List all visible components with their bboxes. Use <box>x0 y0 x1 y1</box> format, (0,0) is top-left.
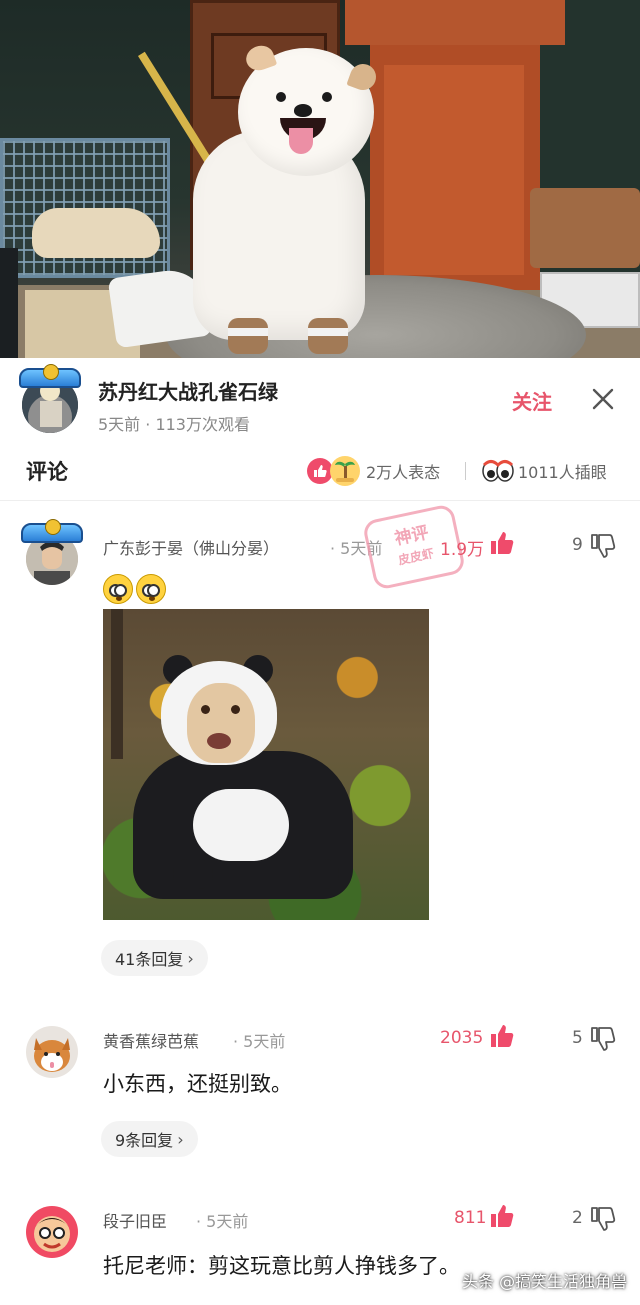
comment-author[interactable]: 黄香蕉绿芭蕉 <box>103 1028 199 1052</box>
comment-avatar[interactable] <box>26 1026 78 1078</box>
thumb-up-icon[interactable] <box>489 1023 515 1049</box>
comment-like-count: 811 <box>454 1208 487 1228</box>
video-edge <box>0 248 18 358</box>
dog-eye-left <box>276 92 286 102</box>
comment-dislike-count: 9 <box>572 535 583 555</box>
author-name[interactable]: 苏丹红大战孔雀石绿 <box>98 376 278 405</box>
video-puppy <box>32 208 160 258</box>
reaction-divider <box>465 462 466 480</box>
photo-dog-eye-left <box>201 705 210 714</box>
thumb-down-icon[interactable] <box>590 1026 616 1052</box>
video-pillar-top <box>345 0 565 45</box>
photo-tree-trunk <box>111 609 123 759</box>
thumb-up-icon[interactable] <box>489 530 515 556</box>
close-icon[interactable] <box>590 386 616 412</box>
dizzy-face-emoji-icon <box>103 574 133 604</box>
photo-paw-right <box>299 859 339 889</box>
photo-paw-left <box>173 859 213 889</box>
dog-tongue <box>289 128 313 154</box>
comment-time: · 5天前 <box>233 1032 286 1051</box>
photo-dog-eye-right <box>231 705 240 714</box>
comment-image[interactable] <box>103 609 429 920</box>
comment-like-count: 2035 <box>440 1028 484 1048</box>
video-chair <box>530 188 640 268</box>
thumb-down-icon[interactable] <box>590 533 616 559</box>
palm-reaction-icon[interactable] <box>330 456 360 486</box>
author-badge-icon <box>19 364 81 388</box>
photo-dog-nose <box>207 733 231 749</box>
comment-author[interactable]: 段子旧臣 <box>103 1208 167 1232</box>
view-replies-button[interactable]: 41条回复 › <box>101 940 208 976</box>
eyes-count[interactable]: 1011人插眼 <box>518 459 607 483</box>
thumb-down-icon[interactable] <box>590 1206 616 1232</box>
replies-label: 41条回复 <box>115 950 184 969</box>
comment-avatar[interactable] <box>26 1206 78 1258</box>
view-replies-button[interactable]: 9条回复 › <box>101 1121 198 1157</box>
follow-button[interactable]: 关注 <box>512 386 552 415</box>
comment-time: · 5天前 <box>196 1212 249 1231</box>
dizzy-face-emoji-icon <box>136 574 166 604</box>
video-player[interactable] <box>0 0 640 358</box>
commenter-badge-icon <box>21 519 83 543</box>
comment-author[interactable]: 广东彭于晏（佛山分晏） <box>103 535 279 559</box>
photo-panda-belly <box>193 789 289 861</box>
dog-paw-left <box>228 318 268 354</box>
comments-title: 评论 <box>26 460 68 484</box>
dog-nose <box>294 104 312 117</box>
comment-dislike-count: 2 <box>572 1208 583 1228</box>
dog-paw-right <box>308 318 348 354</box>
photo-dog-face <box>187 683 255 763</box>
chevron-right-icon: › <box>177 1129 184 1149</box>
author-meta: 5天前 · 113万次观看 <box>98 415 250 434</box>
eyes-icon[interactable] <box>482 459 514 483</box>
thumb-up-icon[interactable] <box>489 1203 515 1229</box>
comment-text: 小东西，还挺别致。 <box>103 1072 292 1096</box>
reactions-count[interactable]: 2万人表态 <box>366 459 440 483</box>
comment-text: 托尼老师：剪这玩意比剪人挣钱多了。 <box>103 1254 460 1278</box>
chevron-right-icon: › <box>187 948 194 968</box>
comment-like-count: 1.9万 <box>440 540 485 560</box>
dog-eye-right <box>322 92 332 102</box>
watermark: 头条 @搞笑生活独角兽 <box>462 1272 628 1291</box>
comment-dislike-count: 5 <box>572 1028 583 1048</box>
replies-label: 9条回复 <box>115 1131 174 1150</box>
video-pillar <box>370 45 540 290</box>
